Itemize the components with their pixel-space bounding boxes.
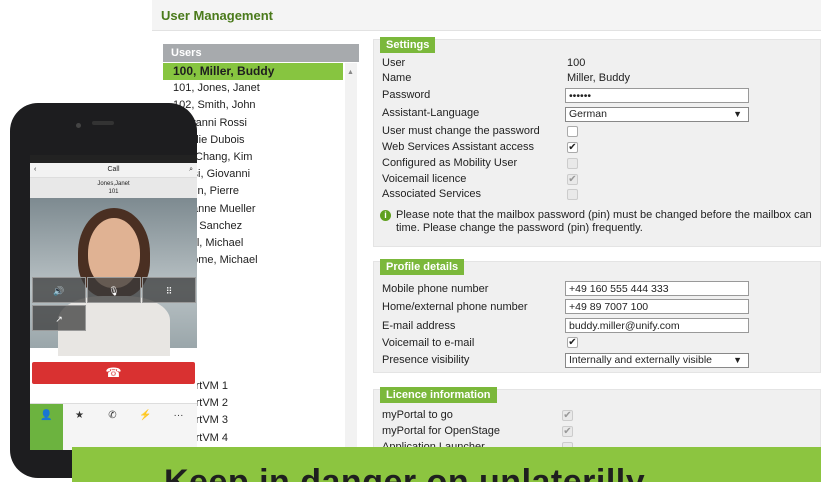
tab-calls[interactable]: ✆ <box>96 404 129 450</box>
phone-tab-bar: 👤 ★ ✆ ⚡ ··· <box>30 403 197 450</box>
keypad-icon: ⠿ <box>165 286 173 296</box>
voicemail-label: Voicemail licence <box>382 173 467 185</box>
presence-label: Presence visibility <box>382 354 470 366</box>
mobile-label: Mobile phone number <box>382 283 489 295</box>
vm-email-checkbox[interactable]: ✔ <box>567 337 578 348</box>
presence-select[interactable]: Internally and externally visible ▼ <box>565 353 749 368</box>
callee-name: Jones,Janet <box>97 181 130 187</box>
email-label: E-mail address <box>382 320 456 332</box>
portal-checkbox[interactable]: ✔ <box>562 410 573 421</box>
list-item[interactable]: 101, Jones, Janet <box>163 80 343 97</box>
journal-icon: ⚡ <box>139 410 152 421</box>
callee-info: Jones,Janet 101 <box>30 178 197 198</box>
phone-nav-title: Call <box>107 166 120 173</box>
chevron-down-icon: ▼ <box>733 109 742 119</box>
transfer-icon: ↗ <box>55 314 63 324</box>
star-icon: ★ <box>75 410 84 421</box>
name-value: Miller, Buddy <box>567 72 630 84</box>
phone-status-bar <box>30 155 197 163</box>
mute-button[interactable]: 🎙 <box>87 277 141 303</box>
language-label: Assistant-Language <box>382 107 480 119</box>
camera-dot <box>76 123 81 128</box>
speaker-button[interactable]: 🔊 <box>32 277 86 303</box>
users-scrollbar[interactable]: ▲ <box>345 63 357 463</box>
note-line-2: time. Please change the password (pin) f… <box>396 222 643 234</box>
banner-text: Keep in danger on unlaterilly <box>164 463 646 482</box>
associated-checkbox[interactable] <box>567 189 578 200</box>
page-title: User Management <box>161 8 273 23</box>
promo-banner: Keep in danger on unlaterilly <box>72 447 821 482</box>
phone-icon: ✆ <box>108 410 117 421</box>
must-change-label: User must change the password <box>382 125 540 137</box>
password-label: Password <box>382 89 431 101</box>
note-line-1: Please note that the mailbox password (p… <box>396 209 812 221</box>
email-field[interactable]: buddy.miller@unify.com <box>565 318 749 333</box>
keypad-button[interactable]: ⠿ <box>142 277 196 303</box>
info-icon: i <box>380 210 391 221</box>
microphone-icon: 🎙 <box>108 286 120 296</box>
transfer-button[interactable]: ↗ <box>32 305 86 331</box>
associated-label: Associated Services <box>382 188 482 200</box>
licence-tag: Licence information <box>380 387 497 403</box>
person-icon: 👤 <box>40 410 53 421</box>
tab-journal[interactable]: ⚡ <box>129 404 162 450</box>
users-header: Users <box>163 44 359 62</box>
smartphone: ‹ Call ⌕ Jones,Janet 101 🔊 🎙 ⠿ ↗ ☎ 👤 ★ ✆… <box>10 103 197 481</box>
scroll-up-icon[interactable]: ▲ <box>347 69 354 76</box>
mobile-field[interactable]: +49 160 555 444 333 <box>565 281 749 296</box>
language-value: German <box>569 108 607 120</box>
language-select[interactable]: German ▼ <box>565 107 749 122</box>
speaker-grille <box>92 121 114 125</box>
web-services-checkbox[interactable]: ✔ <box>567 142 578 153</box>
title-bar: User Management <box>152 0 821 31</box>
web-services-label: Web Services Assistant access <box>382 141 535 153</box>
profile-tag: Profile details <box>380 259 465 275</box>
phone-nav-bar: ‹ Call ⌕ <box>30 163 197 178</box>
portal-label: myPortal to go <box>382 409 453 421</box>
profile-panel: Profile details Mobile phone number +49 … <box>373 259 821 373</box>
more-icon: ··· <box>173 410 184 421</box>
password-field[interactable]: •••••• <box>565 88 749 103</box>
speaker-icon: 🔊 <box>53 286 65 296</box>
home-label: Home/external phone number <box>382 301 528 313</box>
tab-status[interactable]: 👤 <box>30 404 63 450</box>
back-icon[interactable]: ‹ <box>34 163 36 177</box>
tab-more[interactable]: ··· <box>162 404 195 450</box>
mobility-checkbox[interactable] <box>567 158 578 169</box>
voicemail-checkbox[interactable]: ✔ <box>567 174 578 185</box>
search-icon[interactable]: ⌕ <box>189 163 193 177</box>
chevron-down-icon: ▼ <box>733 355 742 365</box>
name-label: Name <box>382 72 412 84</box>
vm-email-label: Voicemail to e-mail <box>382 337 475 349</box>
hangup-icon: ☎ <box>105 365 122 380</box>
phone-screen: ‹ Call ⌕ Jones,Janet 101 🔊 🎙 ⠿ ↗ ☎ 👤 ★ ✆… <box>30 155 197 450</box>
must-change-checkbox[interactable] <box>567 126 578 137</box>
openstage-label: myPortal for OpenStage <box>382 425 501 437</box>
settings-tag: Settings <box>380 37 436 53</box>
presence-value: Internally and externally visible <box>569 354 712 366</box>
home-field[interactable]: +49 89 7007 100 <box>565 299 749 314</box>
tab-favorites[interactable]: ★ <box>63 404 96 450</box>
user-value: 100 <box>567 57 586 69</box>
mobility-label: Configured as Mobility User <box>382 157 518 169</box>
callee-number: 101 <box>108 189 119 195</box>
list-item-selected[interactable]: 100, Miller, Buddy <box>163 63 343 81</box>
hangup-button[interactable]: ☎ <box>32 362 195 384</box>
openstage-checkbox[interactable]: ✔ <box>562 426 573 437</box>
user-label: User <box>382 57 406 69</box>
